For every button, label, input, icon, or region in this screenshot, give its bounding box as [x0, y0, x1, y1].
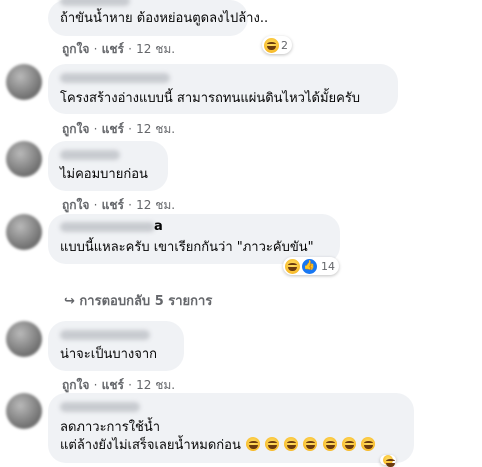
comment-actions-1: ถูกใจ · แชร์ · 12 ชม.: [62, 40, 175, 59]
haha-reaction-icon: [264, 37, 279, 53]
share-button[interactable]: แชร์: [102, 42, 124, 56]
comment-text: แบบนี้แหละครับ เขาเรียกกันว่า "ภาวะคับขั…: [60, 240, 314, 255]
avatar[interactable]: [6, 214, 42, 250]
timestamp[interactable]: 12 ชม.: [136, 378, 175, 392]
comment-bubble-5: น่าจะเป็นบางจาก: [48, 321, 184, 371]
commenter-name-blurred[interactable]: [60, 0, 130, 6]
commenter-name-blurred[interactable]: [60, 222, 155, 232]
separator: ·: [93, 378, 98, 392]
rofl-emoji-icon: [284, 437, 299, 451]
reaction-summary-6[interactable]: [380, 455, 396, 467]
haha-reaction-icon: [285, 258, 300, 274]
reaction-summary-4[interactable]: 👍 14: [283, 257, 339, 275]
rofl-emoji-icon: [265, 437, 280, 451]
share-button[interactable]: แชร์: [102, 378, 124, 392]
reaction-count: 14: [321, 259, 335, 273]
commenter-name-blurred[interactable]: [60, 73, 170, 83]
share-button[interactable]: แชร์: [102, 122, 124, 136]
separator: ·: [93, 42, 98, 56]
separator: ·: [128, 42, 132, 56]
reaction-summary-1[interactable]: 2: [262, 36, 292, 54]
comment-bubble-1: ถ้าขันน้ำหาย ต้องหย่อนตูดลงไปล้าง..: [48, 0, 268, 36]
separator: ·: [128, 198, 132, 212]
rofl-emoji-icon: [246, 437, 260, 451]
commenter-name-blurred[interactable]: [60, 150, 120, 160]
share-button[interactable]: แชร์: [102, 198, 124, 212]
rofl-emoji-icon: [360, 437, 375, 451]
timestamp[interactable]: 12 ชม.: [136, 122, 175, 136]
comment-text-line-2: แต่ล้างยังไม่เสร็จเลยน้ำหมดก่อน: [60, 437, 375, 455]
avatar[interactable]: [6, 393, 42, 429]
comment-bubble-6: ลดภาวะการใช้น้ำ แต่ล้างยังไม่เสร็จเลยน้ำ…: [48, 393, 414, 463]
commenter-name-blurred[interactable]: [60, 402, 140, 412]
timestamp[interactable]: 12 ชม.: [136, 42, 175, 56]
reaction-count: 2: [281, 38, 288, 52]
avatar[interactable]: [6, 321, 42, 357]
like-reaction-icon: 👍: [302, 258, 317, 274]
separator: ·: [93, 122, 98, 136]
separator: ·: [93, 198, 98, 212]
haha-reaction-icon: [383, 455, 395, 467]
avatar[interactable]: [6, 64, 42, 100]
comment-actions-2: ถูกใจ · แชร์ · 12 ชม.: [62, 120, 175, 139]
like-button[interactable]: ถูกใจ: [62, 378, 89, 392]
comment-text: น่าจะเป็นบางจาก: [60, 347, 158, 362]
comment-text: ถ้าขันน้ำหาย ต้องหย่อนตูดลงไปล้าง..: [60, 11, 269, 26]
rofl-emoji-icon: [322, 437, 337, 451]
comment-text: แต่ล้างยังไม่เสร็จเลยน้ำหมดก่อน: [60, 438, 241, 453]
commenter-name-blurred[interactable]: [60, 330, 150, 340]
rofl-emoji-icon: [303, 437, 318, 451]
view-replies-link[interactable]: ↪ การตอบกลับ 5 รายการ: [64, 290, 212, 311]
commenter-name-fragment: a: [154, 219, 163, 234]
comment-bubble-3: ไม่คอมบายก่อน: [48, 141, 168, 191]
like-button[interactable]: ถูกใจ: [62, 198, 89, 212]
like-button[interactable]: ถูกใจ: [62, 42, 89, 56]
rofl-emoji-icon: [341, 437, 356, 451]
like-button[interactable]: ถูกใจ: [62, 122, 89, 136]
separator: ·: [128, 122, 132, 136]
comment-text: โครงสร้างอ่างแบบนี้ สามารถทนแผ่นดินไหวได…: [60, 91, 361, 106]
comment-text: ไม่คอมบายก่อน: [60, 167, 148, 182]
comment-bubble-2: โครงสร้างอ่างแบบนี้ สามารถทนแผ่นดินไหวได…: [48, 64, 398, 114]
timestamp[interactable]: 12 ชม.: [136, 198, 175, 212]
comment-text-line-1: ลดภาวะการใช้น้ำ: [60, 420, 161, 435]
avatar[interactable]: [6, 141, 42, 177]
separator: ·: [128, 378, 132, 392]
comment-actions-3: ถูกใจ · แชร์ · 12 ชม.: [62, 196, 175, 215]
